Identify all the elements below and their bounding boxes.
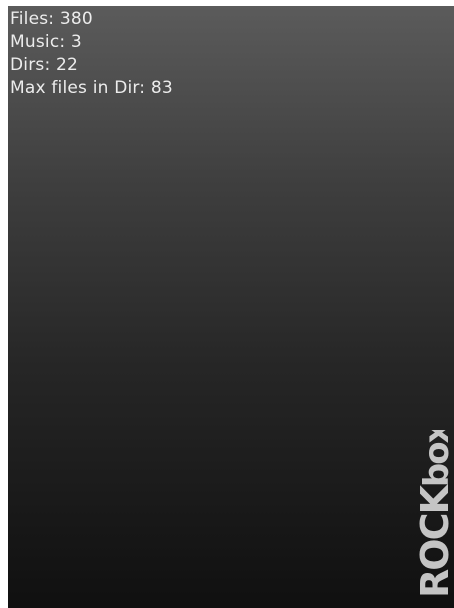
- dirs-count: Dirs: 22: [10, 55, 79, 75]
- logo-text-upper: ROCK: [413, 484, 454, 598]
- rockbox-logo: ROCKbox: [413, 430, 454, 598]
- device-screen: Files: 380 Music: 3 Dirs: 22 Max files i…: [8, 6, 454, 608]
- database-stats: Files: 380 Music: 3 Dirs: 22 Max files i…: [10, 8, 173, 100]
- logo-text-lower: box: [417, 430, 454, 487]
- svg-text:ROCKbox: ROCKbox: [413, 430, 454, 598]
- files-count: Files: 380: [10, 9, 93, 29]
- music-count: Music: 3: [10, 32, 82, 52]
- max-files-in-dir: Max files in Dir: 83: [10, 78, 173, 98]
